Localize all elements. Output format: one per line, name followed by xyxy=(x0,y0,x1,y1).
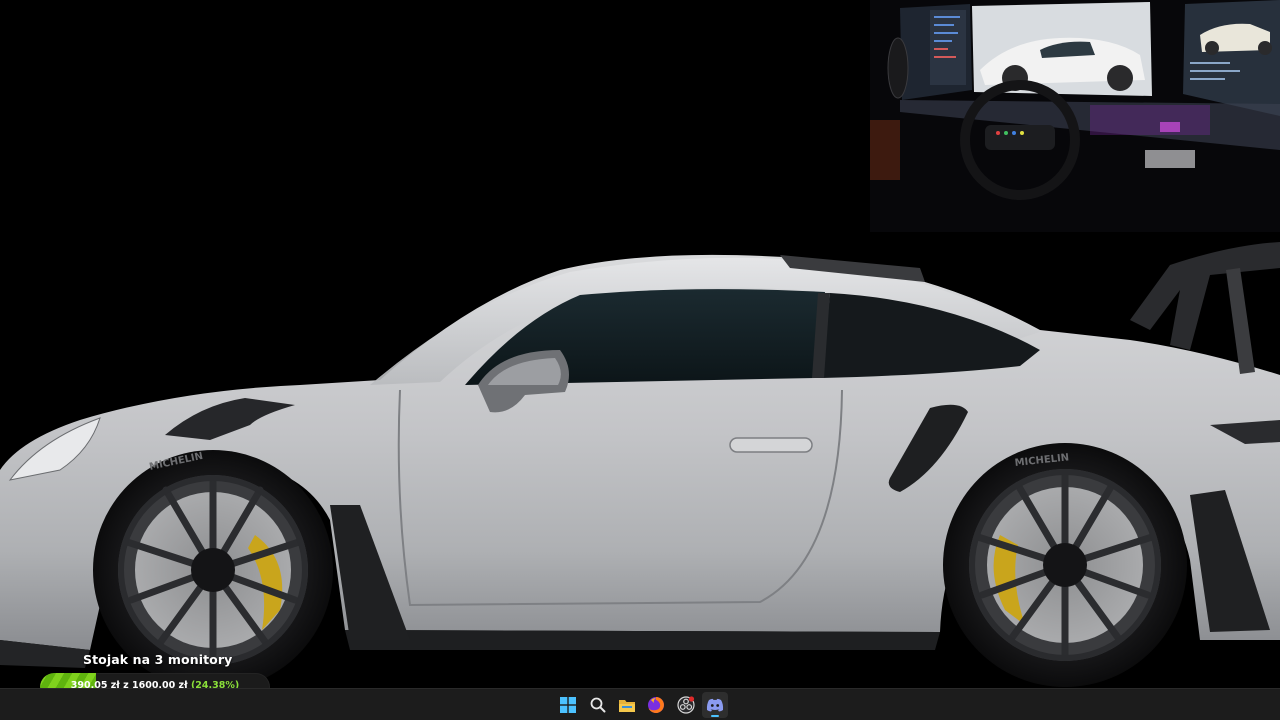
rear-wing xyxy=(1130,242,1280,350)
file-explorer-icon[interactable] xyxy=(614,692,640,718)
windows-start-icon[interactable] xyxy=(555,692,581,718)
door-handle xyxy=(729,437,813,453)
rear-wheel xyxy=(943,443,1187,687)
discord-icon[interactable] xyxy=(702,692,728,718)
search-icon[interactable] xyxy=(585,692,611,718)
webcam-feed xyxy=(870,0,1280,232)
taskbar xyxy=(0,688,1280,720)
goal-title: Stojak na 3 monitory xyxy=(83,652,233,667)
webcam-overlay xyxy=(870,0,1280,232)
obs-icon[interactable] xyxy=(673,692,699,718)
firefox-icon[interactable] xyxy=(643,692,669,718)
active-app-indicator xyxy=(711,715,719,717)
